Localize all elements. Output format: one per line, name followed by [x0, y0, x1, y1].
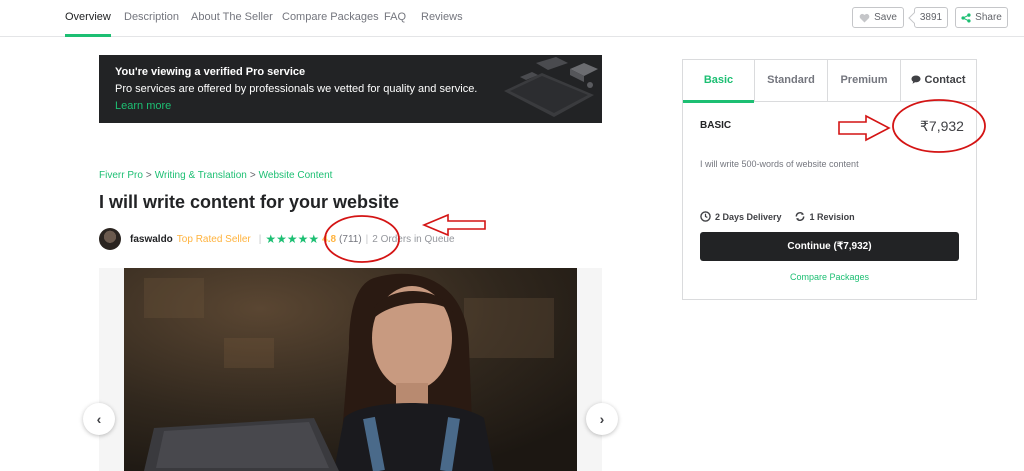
tab-standard[interactable]: Standard [754, 60, 827, 102]
heart-icon [859, 13, 870, 22]
revision-icon [795, 212, 804, 221]
chat-bubble-icon [911, 75, 921, 84]
banner-title: You're viewing a verified Pro service [115, 66, 306, 78]
gig-title: I will write content for your website [99, 192, 400, 212]
divider: | [365, 233, 369, 245]
package-card: Basic Standard Premium Contact BASIC ₹7,… [682, 59, 977, 300]
breadcrumb-item[interactable]: Fiverr Pro [99, 170, 143, 181]
seller-name[interactable]: faswaldo [130, 234, 173, 245]
banner-text: Pro services are offered by professional… [115, 83, 478, 95]
save-label: Save [874, 12, 897, 23]
tab-premium[interactable]: Premium [827, 60, 900, 102]
package-price: ₹7,932 [920, 118, 964, 134]
woman-at-laptop-image [124, 268, 577, 471]
tab-faq[interactable]: FAQ [384, 0, 406, 37]
package-delivery-info: 2 Days Delivery 1 Revision [700, 211, 855, 222]
star-rating-icon: ★★★★★ [265, 232, 320, 246]
learn-more-link[interactable]: Learn more [115, 100, 171, 112]
package-description: I will write 500-words of website conten… [700, 159, 859, 169]
gallery-next-button[interactable]: › [586, 403, 618, 435]
rating-score: 4.8 [322, 233, 337, 245]
divider: | [258, 233, 262, 245]
pro-banner: You're viewing a verified Pro service Pr… [99, 55, 602, 123]
share-button[interactable]: Share [955, 7, 1008, 28]
tab-compare-packages[interactable]: Compare Packages [282, 0, 379, 37]
tab-overview[interactable]: Overview [65, 0, 111, 37]
share-label: Share [975, 12, 1002, 23]
save-count-badge: 3891 [914, 7, 948, 28]
gallery-prev-button[interactable]: ‹ [83, 403, 115, 435]
package-tabs: Basic Standard Premium Contact [683, 60, 976, 103]
delivery-time: 2 Days Delivery [715, 211, 782, 222]
breadcrumb: Fiverr Pro > Writing & Translation > Website… [99, 170, 332, 181]
contact-label: Contact [924, 74, 966, 86]
share-icon [961, 12, 971, 23]
revision-count: 1 Revision [809, 211, 855, 222]
breadcrumb-separator: > [249, 170, 256, 181]
seller-overview: faswaldo Top Rated Seller | ★★★★★ 4.8 (7… [99, 228, 455, 250]
package-name: BASIC [700, 120, 732, 131]
avatar[interactable] [99, 228, 121, 250]
orders-in-queue: 2 Orders in Queue [372, 233, 455, 245]
clock-icon [700, 211, 711, 222]
tab-contact[interactable]: Contact [900, 60, 976, 102]
review-count[interactable]: (711) [339, 234, 362, 245]
breadcrumb-item[interactable]: Writing & Translation [155, 170, 247, 181]
seller-level-badge: Top Rated Seller [176, 233, 251, 245]
tab-about-seller[interactable]: About The Seller [191, 0, 273, 37]
breadcrumb-separator: > [145, 170, 152, 181]
tab-basic[interactable]: Basic [683, 60, 754, 103]
compare-packages-link[interactable]: Compare Packages [683, 272, 976, 282]
tab-description[interactable]: Description [124, 0, 179, 37]
breadcrumb-item[interactable]: Website Content [259, 170, 333, 181]
continue-button[interactable]: Continue (₹7,932) [700, 232, 959, 261]
save-button[interactable]: Save [852, 7, 904, 28]
tab-reviews[interactable]: Reviews [421, 0, 463, 37]
top-nav: Overview Description About The Seller Co… [0, 0, 1024, 37]
desk-illustration-icon [504, 57, 598, 117]
gig-image [124, 268, 577, 471]
